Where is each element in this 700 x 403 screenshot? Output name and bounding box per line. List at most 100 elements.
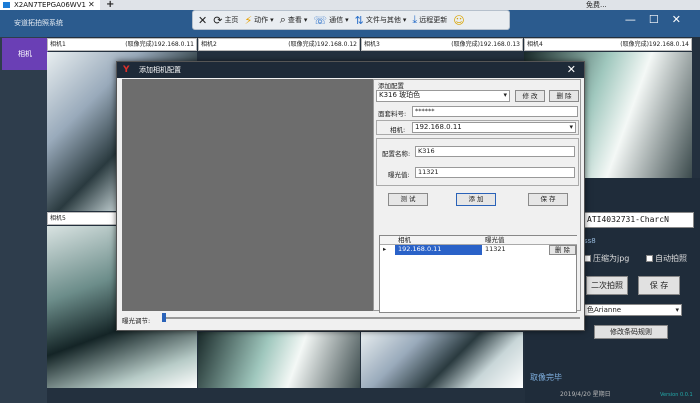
camera-feed-6[interactable] [198,332,360,388]
chevron-down-icon: ▾ [345,16,349,24]
delete-config-button[interactable]: 删 除 [549,90,579,102]
camera-ip: 192.168.0.12 [316,41,357,48]
session-tab[interactable]: X2AN7TEPGA06WV1 [0,0,100,10]
camera-preview [122,79,373,311]
config-table: 相机 曝光值 ▸ 192.168.0.11 11321 删 除 [379,235,577,313]
tab-right-text: 免费... [586,1,607,9]
chevron-down-icon: ▾ [569,123,573,131]
jpg-checkbox[interactable]: 压缩为jpg [584,253,629,264]
camera-name: 相机3 [364,41,380,48]
exposure-input[interactable]: 11321 [415,167,575,178]
toolbar-file-button[interactable]: ⇅ 文件与其他 ▾ [355,14,407,27]
exposure-adjust-label: 曝光调节: [122,317,151,325]
camera-name: 相机1 [50,41,66,48]
jpg-label: 压缩为jpg [593,254,630,263]
toolbar-remote-update-button[interactable]: ⤓ 远程更新 [412,13,447,27]
test-button[interactable]: 测 试 [388,193,428,206]
camera-name: 相机2 [201,41,217,48]
toolbar-home-button[interactable]: ⟳ 主页 [213,14,238,27]
remote-session-icon [3,2,10,8]
exposure-slider-area: 曝光调节: [122,311,581,329]
new-tab-icon[interactable]: + [106,0,114,10]
add-camera-config-dialog: 添加相机配置 Y ✕ 添加配置 K316 玻珀色 ▾ 修 改 删 除 面套料号: … [116,61,585,331]
toolbar-close-icon[interactable]: ✕ [198,14,207,27]
checkbox-box [646,255,653,262]
color-select[interactable]: 色Arianne ▾ [584,304,682,316]
barcode-rule-button[interactable]: 修改条码规则 [594,325,668,339]
config-select-value: K316 玻珀色 [379,91,421,99]
search-icon: ⌕ [279,13,286,26]
camera-status: (取像完成) [451,41,480,48]
exposure-slider-track[interactable] [162,317,580,319]
toolbar-comm-button[interactable]: ☏ 通信 ▾ [313,14,348,27]
toolbar-action-label: 动作 [254,16,269,24]
app-title: 安道拓拍照系统 [14,19,63,27]
toolbar-action-button[interactable]: ⚡ 动作 ▾ [244,14,273,27]
dialog-close-icon[interactable]: ✕ [567,62,576,78]
toolbar-view-label: 查看 [287,16,302,24]
chevron-down-icon: ▾ [675,306,679,314]
toolbar-file-label: 文件与其他 [365,16,401,24]
save-button[interactable]: 保 存 [638,276,680,295]
chevron-down-icon: ▾ [303,16,308,24]
exposure-slider-thumb[interactable] [162,313,166,322]
toolbar-remote-label: 远程更新 [419,16,448,24]
tab-close-icon[interactable]: ✕ [88,0,95,10]
camera-name: 相机5 [50,215,66,222]
column-header: 相机 [395,236,482,245]
face-part-input[interactable]: ****** [412,106,578,117]
refresh-icon: ⟳ [213,13,223,27]
table-cell-camera[interactable]: 192.168.0.11 [395,245,482,255]
add-button[interactable]: 添 加 [456,193,496,206]
dialog-title-bar: 添加相机配置 [117,62,584,78]
add-config-header: 添加配置 [378,82,404,90]
window-controls[interactable]: —☐✕ [625,13,694,26]
camera-label: 相机: [390,126,406,134]
toolbar-home-label: 主页 [224,16,239,24]
file-transfer-icon: ⇅ [354,13,364,27]
checkbox-box [584,255,591,262]
toolbar-view-button[interactable]: ⌕ 查看 ▾ [280,13,308,27]
camera-header-2: 相机2 (取像完成)192.168.0.12 [198,38,360,51]
save-config-button[interactable]: 保 存 [528,193,568,206]
camera-ip: 192.168.0.11 [153,41,194,48]
download-icon: ⤓ [412,13,418,26]
session-tab-title: X2AN7TEPGA06WV1 [14,1,86,9]
camera-status: (取像完成) [125,41,154,48]
auto-capture-label: 自动拍照 [655,254,687,263]
camera-feed-7[interactable] [361,332,523,388]
version-text: Version 0.0.1 [660,392,693,398]
camera-select-value: 192.168.0.11 [415,123,462,131]
chevron-down-icon: ▾ [270,16,274,24]
row-delete-button[interactable]: 删 除 [549,245,576,255]
config-name-input[interactable]: K316 [415,146,575,157]
camera-select[interactable]: 192.168.0.11 ▾ [412,122,576,133]
table-cell-exposure[interactable]: 11321 [482,245,547,255]
status-text: 取像完毕 [530,373,562,382]
face-part-label: 面套料号: [378,110,407,118]
config-panel: 添加配置 K316 玻珀色 ▾ 修 改 删 除 面套料号: ****** 相机: … [373,79,581,313]
column-header: 曝光值 [482,236,547,245]
smiley-icon[interactable]: ☺ [453,14,464,27]
second-capture-button[interactable]: 二次拍照 [586,276,628,295]
fragment-text: ss8 [584,237,596,245]
exposure-label: 曝光值: [388,171,410,179]
barcode-input[interactable]: ATI4032731-CharcN [584,212,694,228]
comm-icon: ☏ [313,13,328,27]
dialog-title: 添加相机配置 [139,66,181,74]
config-name-label: 配置名称: [382,150,411,158]
chevron-down-icon: ▾ [503,91,507,99]
column-header-empty [547,236,577,245]
camera-ip: 192.168.0.14 [648,41,689,48]
remote-toolbar: ✕ ⟳ 主页 ⚡ 动作 ▾ ⌕ 查看 ▾ ☏ 通信 ▾ ⇅ 文件与其他 ▾ ⤓ 远程更新 ☺ [192,10,510,30]
auto-capture-checkbox[interactable]: 自动拍照 [646,253,687,264]
modify-button[interactable]: 修 改 [515,90,545,102]
color-select-value: 色Arianne [587,306,622,314]
camera-header-3: 相机3 (取像完成)192.168.0.13 [361,38,523,51]
camera-header-1: 相机1 (取像完成)192.168.0.11 [47,38,197,51]
toolbar-comm-label: 通信 [329,16,344,24]
sidebar-item-camera[interactable]: 相机 [2,38,48,70]
camera-name: 相机4 [527,41,543,48]
config-select[interactable]: K316 玻珀色 ▾ [376,90,510,102]
row-selector-icon[interactable]: ▸ [380,245,395,255]
